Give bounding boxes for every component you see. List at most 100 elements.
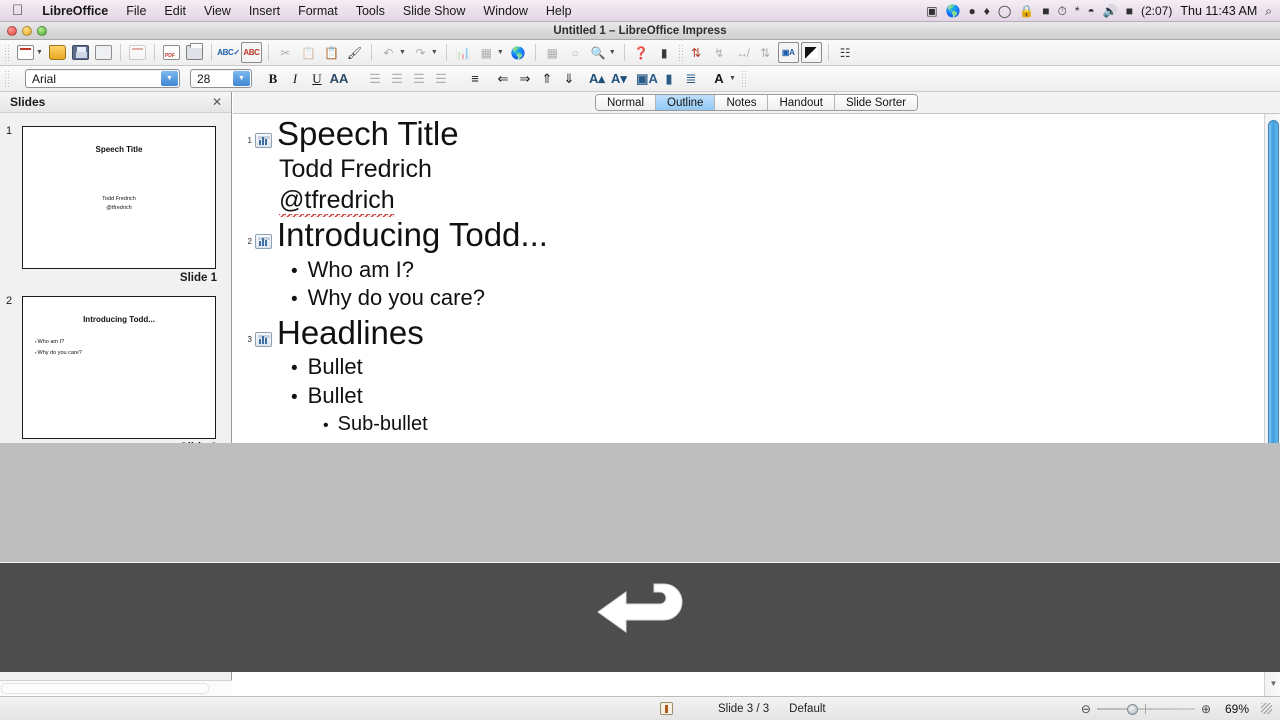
bold-button[interactable]: B	[263, 69, 283, 89]
redo-dropdown-chevron-down-icon[interactable]: ▼	[431, 49, 438, 56]
tab-slide-sorter[interactable]: Slide Sorter	[834, 95, 918, 110]
zoom-out-icon[interactable]: ⊖	[1081, 702, 1091, 716]
autospellcheck-button[interactable]: ABC	[240, 42, 262, 63]
unsaved-changes-icon[interactable]	[660, 702, 673, 715]
move-up-arrow-up-icon[interactable]: ⇑	[537, 69, 557, 89]
insert-chart-button[interactable]: 📊	[453, 42, 474, 63]
zoom-slider[interactable]	[1096, 703, 1195, 715]
outline-subtitle-row[interactable]: @tfredrich	[233, 185, 1264, 217]
font-color-chevron-down-icon[interactable]: ▼	[729, 75, 736, 82]
menu-tools[interactable]: Tools	[347, 4, 394, 18]
export-pdf-button[interactable]	[161, 42, 182, 63]
display-grid-button[interactable]: ▦	[542, 42, 563, 63]
hyperlink-button[interactable]: 🌎	[508, 42, 529, 63]
show-draw-functions-button[interactable]: ○	[565, 42, 586, 63]
evernote-elephant-icon[interactable]: ♦	[984, 5, 990, 17]
font-size-combobox[interactable]: 28 ▼	[190, 69, 252, 88]
menu-slide-show[interactable]: Slide Show	[394, 4, 475, 18]
menu-libreoffice[interactable]: LibreOffice	[33, 4, 117, 18]
send-email-button[interactable]	[93, 42, 114, 63]
promote-button[interactable]: ↮	[732, 42, 753, 63]
align-right-icon[interactable]: ☰	[409, 69, 429, 89]
menu-help[interactable]: Help	[537, 4, 581, 18]
lock-icon[interactable]: 🔒	[1019, 5, 1034, 17]
zoom-dropdown-chevron-down-icon[interactable]: ▼	[609, 49, 616, 56]
redo-button[interactable]: ↷	[410, 42, 431, 63]
menu-insert[interactable]: Insert	[240, 4, 289, 18]
move-down-button[interactable]: ⇅	[755, 42, 776, 63]
outline-numbering-icon[interactable]: ≣	[681, 69, 701, 89]
shadow-button[interactable]: AA	[329, 69, 349, 89]
new-document-button[interactable]	[15, 42, 36, 63]
undo-button[interactable]: ↶	[378, 42, 399, 63]
slide-icon[interactable]	[255, 331, 272, 347]
video-camera-icon[interactable]: ▣	[926, 5, 937, 17]
clock-icon[interactable]: ⏱	[1058, 5, 1067, 17]
slide-icon[interactable]	[255, 132, 272, 148]
globe-icon[interactable]: 🌎	[946, 5, 961, 17]
bluetooth-icon[interactable]: *	[1075, 5, 1080, 17]
master-slide-button[interactable]: ☷	[835, 42, 856, 63]
outline-slide-title-row[interactable]: 2 Introducing Todd...	[233, 215, 1264, 255]
new-document-dropdown-chevron-down-icon[interactable]: ▼	[36, 49, 43, 56]
menu-format[interactable]: Format	[289, 4, 347, 18]
outline-bullet-row[interactable]: • Bullet	[233, 382, 1264, 411]
tab-handout[interactable]: Handout	[768, 95, 835, 110]
italic-button[interactable]: I	[285, 69, 305, 89]
slides-panel-horizontal-scrollbar[interactable]	[0, 680, 232, 696]
decrease-font-size-icon[interactable]: A▾	[609, 69, 629, 89]
slide-icon[interactable]	[255, 233, 272, 249]
tab-outline[interactable]: Outline	[656, 95, 716, 110]
font-color-A-icon[interactable]: A	[709, 69, 729, 89]
bullet-list-icon[interactable]: ≡	[465, 69, 485, 89]
move-down-arrow-down-icon[interactable]: ⇓	[559, 69, 579, 89]
zoom-button[interactable]: 🔍	[588, 42, 609, 63]
formatting-toolbar-overflow[interactable]	[740, 69, 746, 88]
demote-arrow-right-icon[interactable]: ⇒	[515, 69, 535, 89]
battery-icon[interactable]: ■	[1126, 5, 1133, 17]
edit-file-button[interactable]	[127, 42, 148, 63]
start-slideshow-button[interactable]: ▮	[654, 42, 675, 63]
font-name-combobox[interactable]: Arial ▼	[25, 69, 180, 88]
bowler-hat-icon[interactable]: ●	[968, 5, 975, 17]
help-button[interactable]: ❓	[631, 42, 652, 63]
search-icon[interactable]: ⌕	[1265, 5, 1272, 17]
menu-file[interactable]: File	[117, 4, 155, 18]
resize-grip-icon[interactable]	[1261, 703, 1272, 714]
menu-bar-clock[interactable]: Thu 11:43 AM	[1180, 4, 1257, 18]
maximize-window-button[interactable]	[37, 26, 47, 36]
increase-font-size-icon[interactable]: A▴	[587, 69, 607, 89]
outline-bullet-row[interactable]: • Who am I?	[233, 256, 1264, 285]
align-justify-icon[interactable]: ☰	[431, 69, 451, 89]
font-size-chevron-down-icon[interactable]: ▼	[233, 71, 250, 86]
scrollbar-thumb[interactable]	[1268, 120, 1279, 452]
tab-notes[interactable]: Notes	[715, 95, 769, 110]
minimize-window-button[interactable]	[22, 26, 32, 36]
outline-subtitle-row[interactable]: Todd Fredrich	[233, 154, 1264, 185]
underline-button[interactable]: U	[307, 69, 327, 89]
show-formatting-button[interactable]: ▣A	[777, 42, 799, 63]
paragraph-dialog-icon[interactable]: ▮	[659, 69, 679, 89]
copy-button[interactable]: 📋	[298, 42, 319, 63]
tab-normal[interactable]: Normal	[595, 95, 656, 110]
menu-window[interactable]: Window	[474, 4, 536, 18]
volume-icon[interactable]: 🔊	[1103, 5, 1118, 17]
cut-button[interactable]: ✂	[275, 42, 296, 63]
open-document-button[interactable]	[47, 42, 68, 63]
slide-preview[interactable]: Introducing Todd... Who am I? Why do you…	[22, 296, 216, 439]
demote-button[interactable]: ↯	[709, 42, 730, 63]
scroll-down-arrow-icon[interactable]: ▼	[1269, 679, 1278, 688]
toolbar-grip[interactable]	[4, 43, 11, 62]
close-icon[interactable]: ✕	[212, 95, 222, 109]
slide-thumbnail-1[interactable]: 1 Speech Title Todd Fredrich @tfredrich …	[0, 118, 231, 288]
insert-table-button[interactable]: ▦	[476, 42, 497, 63]
slide-thumbnail-2[interactable]: 2 Introducing Todd... Who am I? Why do y…	[0, 288, 231, 458]
font-name-chevron-down-icon[interactable]: ▼	[161, 71, 178, 86]
outline-subbullet-row[interactable]: • Sub-bullet	[233, 411, 1264, 437]
apple-logo-icon[interactable]: 	[12, 3, 23, 18]
character-dialog-icon[interactable]: ▣A	[636, 69, 658, 89]
table-dropdown-chevron-down-icon[interactable]: ▼	[497, 49, 504, 56]
zoom-in-icon[interactable]: ⊕	[1201, 702, 1211, 716]
black-white-view-button[interactable]	[800, 42, 822, 63]
print-file-button[interactable]	[184, 42, 205, 63]
